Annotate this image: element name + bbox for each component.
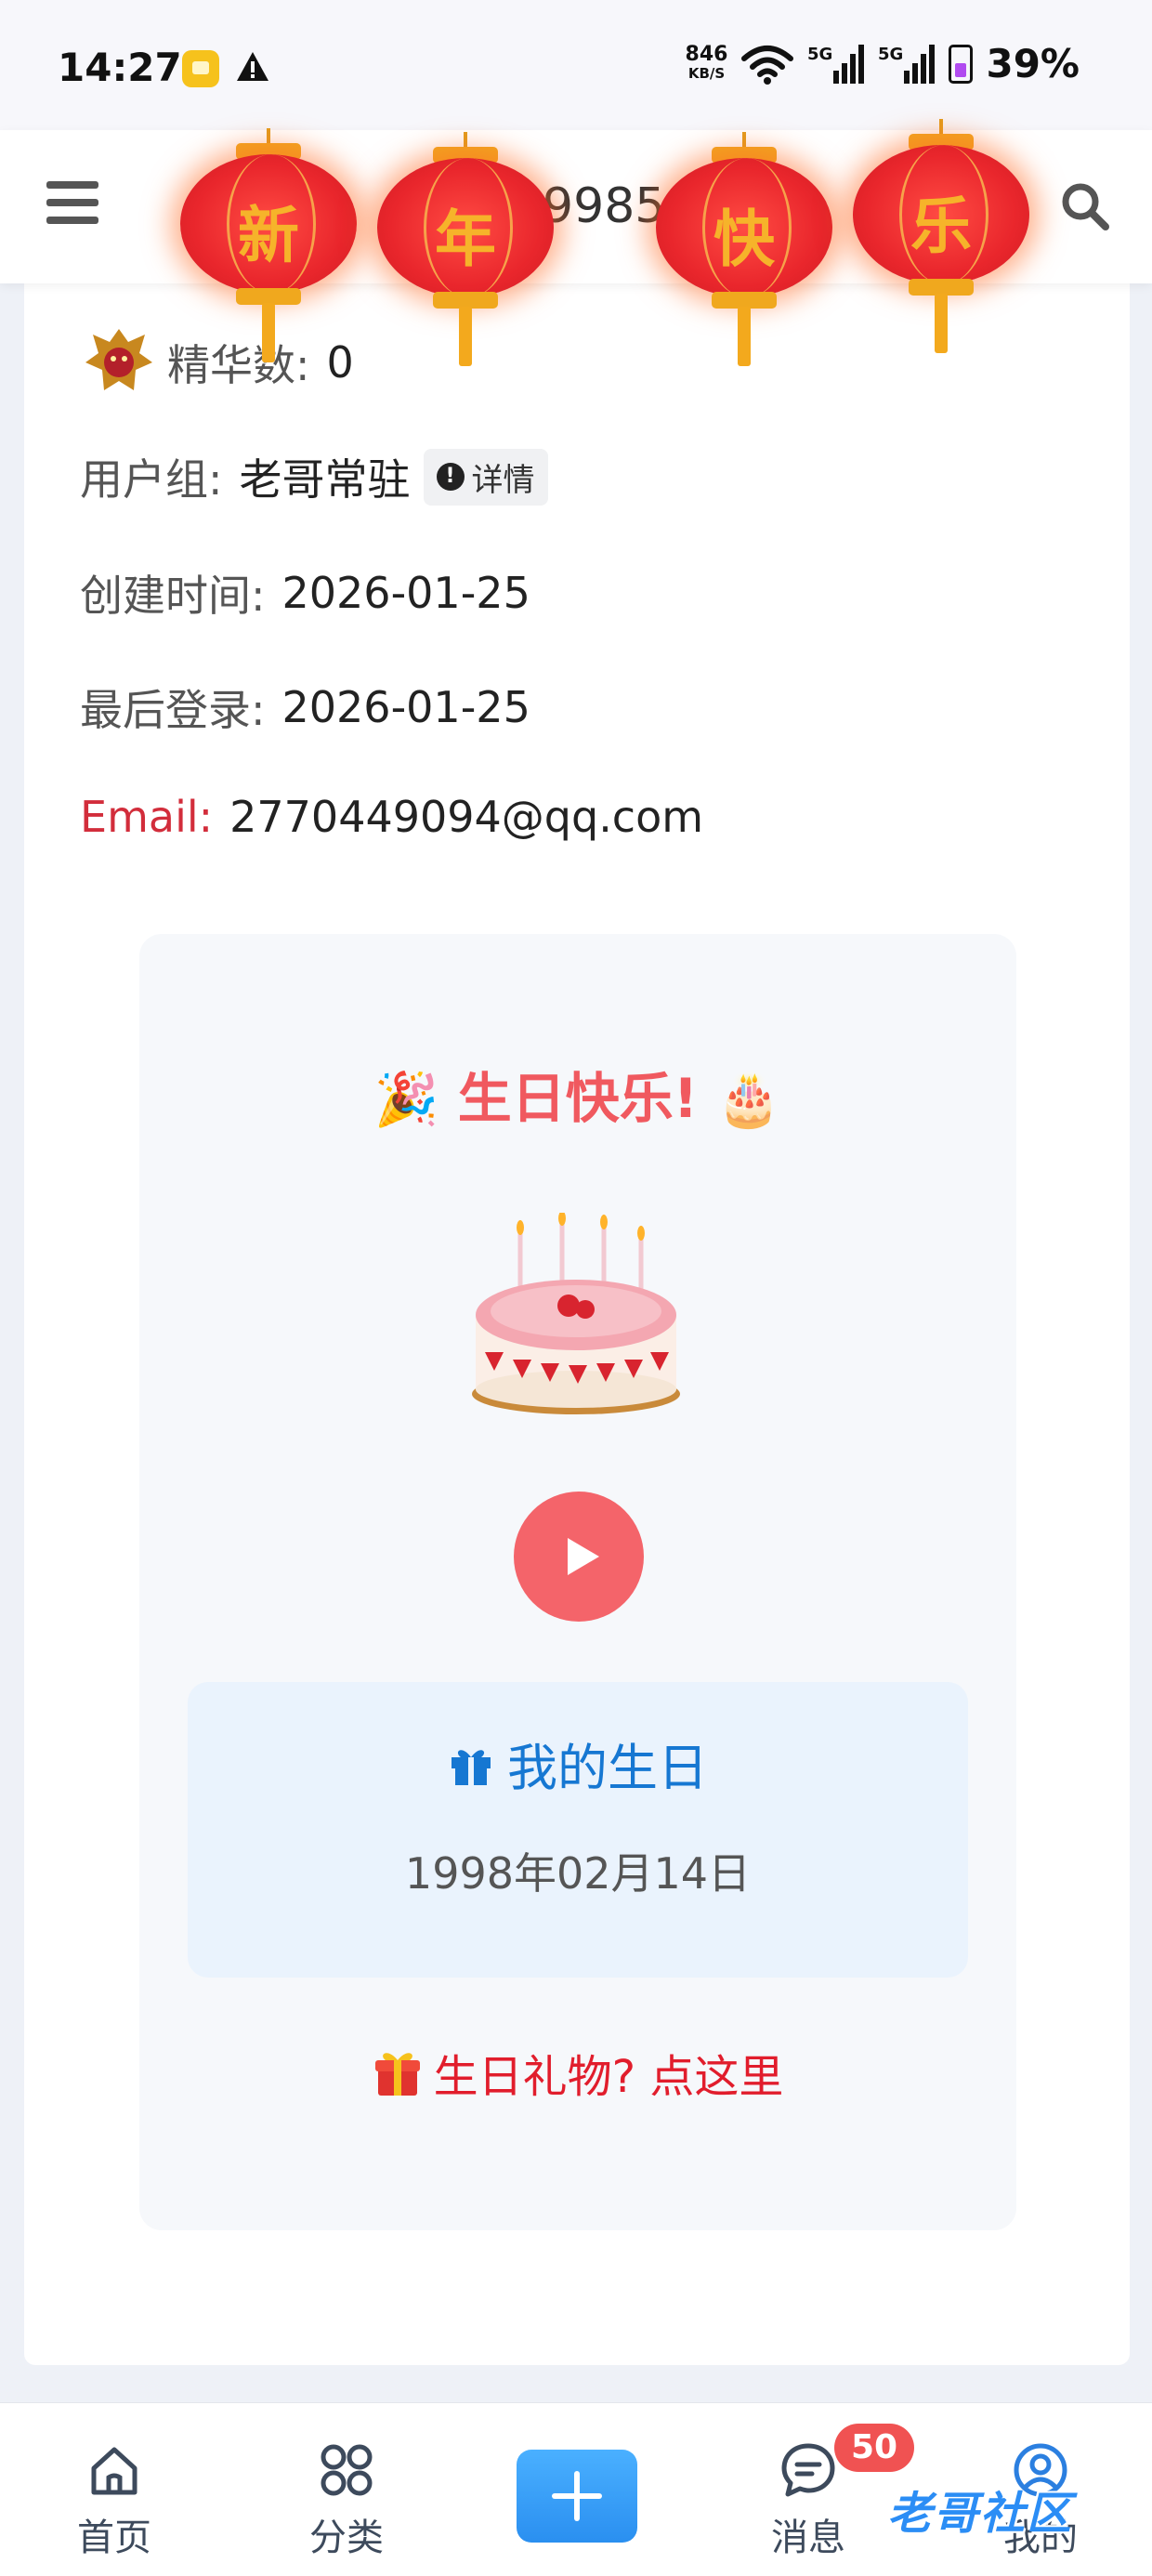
profile-card: 精华数: 0 用户组: 老哥常驻 ! 详情 创建时间: 2026-01-25 最… — [24, 251, 1130, 2365]
home-icon — [91, 2447, 137, 2495]
nav-category-label: 分类 — [309, 2517, 384, 2559]
lantern-decoration: 快 — [656, 132, 832, 374]
svg-text:5G: 5G — [807, 45, 832, 64]
email-label: Email: — [80, 792, 214, 842]
play-music-button[interactable] — [514, 1492, 644, 1622]
last-login-value: 2026-01-25 — [281, 682, 530, 732]
gift-icon — [452, 1749, 491, 1785]
last-login-label: 最后登录: — [80, 685, 266, 735]
created-row: 创建时间: 2026-01-25 — [80, 562, 530, 624]
group-row: 用户组: 老哥常驻 ! 详情 — [80, 446, 548, 507]
battery-icon — [949, 44, 974, 84]
play-icon — [568, 1538, 599, 1575]
cake-emoji-icon: 🎂 — [716, 1070, 782, 1130]
lantern-char: 年 — [435, 204, 496, 275]
svg-text:5G: 5G — [878, 45, 903, 64]
lantern-char: 新 — [238, 200, 299, 271]
birthday-greeting-text: 生日快乐! — [457, 1067, 699, 1130]
net-speed: 846 KB/S — [685, 42, 728, 83]
status-bar: 14:27 846 KB/S 5G 5G 39% — [0, 0, 1152, 130]
lantern-decoration: 年 — [377, 132, 554, 374]
group-detail-label: 详情 — [471, 461, 535, 499]
wifi-icon — [741, 45, 794, 85]
email-value: 2770449094@qq.com — [229, 792, 704, 842]
warning-icon — [234, 48, 271, 95]
my-birthday-date: 1998年02月14日 — [404, 1848, 752, 1899]
created-value: 2026-01-25 — [281, 568, 530, 618]
status-time: 14:27 — [58, 45, 182, 90]
nav-home[interactable]: 首页 — [40, 2440, 189, 2561]
unread-badge: 50 — [834, 2424, 914, 2472]
gift-link-label: 生日礼物? 点这里 — [433, 2051, 784, 2103]
my-birthday-label: 我的生日 — [507, 1739, 708, 1797]
birthday-panel: 🎉 生日快乐! 🎂 我的生日 1998年02月14日 生日礼物? 点这里 — [139, 934, 1016, 2230]
group-label: 用户组: — [80, 454, 223, 505]
net-speed-unit: KB/S — [687, 64, 726, 82]
nav-category[interactable]: 分类 — [272, 2440, 421, 2561]
status-right: 846 KB/S 5G 5G 39% — [686, 41, 1080, 86]
lantern-char: 快 — [713, 204, 775, 275]
add-post-button[interactable] — [517, 2450, 637, 2543]
app-notification-icon — [182, 50, 219, 87]
lantern-decoration: 新 — [180, 128, 357, 370]
search-icon[interactable] — [1057, 178, 1113, 234]
nav-home-label: 首页 — [77, 2517, 151, 2559]
lantern-decoration: 乐 — [853, 119, 1029, 361]
party-popper-icon: 🎉 — [373, 1070, 439, 1130]
net-speed-value: 846 — [685, 42, 728, 66]
birthday-gift-link[interactable]: 生日礼物? 点这里 — [139, 2040, 1016, 2105]
gift-box-icon — [374, 2053, 420, 2096]
page: 14:27 846 KB/S 5G 5G 39% ca199851 新 年 快 … — [0, 0, 1152, 2576]
group-detail-button[interactable]: ! 详情 — [423, 448, 548, 506]
last-login-row: 最后登录: 2026-01-25 — [80, 677, 530, 738]
nav-messages-label: 消息 — [771, 2517, 845, 2559]
dragon-badge-icon — [85, 329, 152, 390]
group-value: 老哥常驻 — [239, 454, 411, 505]
my-birthday-box: 我的生日 1998年02月14日 — [188, 1682, 968, 1978]
site-watermark: 老哥社区 — [887, 2488, 1074, 2540]
signal-icon-1: 5G — [807, 44, 865, 84]
birthday-cake-image — [472, 1213, 680, 1414]
signal-icon-2: 5G — [878, 44, 936, 84]
lantern-char: 乐 — [910, 191, 972, 262]
my-birthday-heading: 我的生日 — [188, 1727, 968, 1800]
email-row: Email: 2770449094@qq.com — [80, 792, 703, 842]
battery-percent: 39% — [986, 41, 1080, 86]
chat-icon — [781, 2443, 835, 2497]
birthday-greeting: 🎉 生日快乐! 🎂 — [139, 1055, 1016, 1133]
info-icon: ! — [436, 463, 465, 491]
grid-icon — [321, 2444, 373, 2496]
created-label: 创建时间: — [80, 571, 266, 621]
